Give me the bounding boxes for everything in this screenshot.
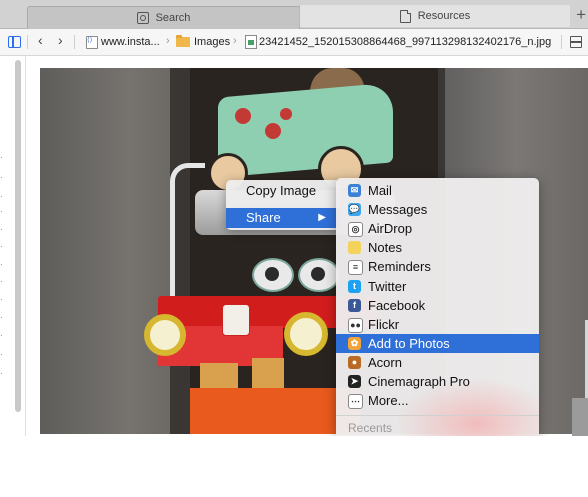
share-item-label: Mail (368, 183, 392, 198)
tree-marker: · (0, 350, 3, 359)
divider (561, 35, 562, 49)
messages-icon: 💬 (348, 203, 361, 217)
share-item-label: Reminders (368, 259, 431, 275)
share-item-label: Acorn (368, 354, 402, 370)
share-item-reminders[interactable]: ≡ Reminders (336, 257, 539, 276)
sidebar-toggle-icon[interactable] (8, 36, 21, 48)
menu-divider (336, 415, 539, 416)
menu-item-share[interactable]: Share ▶ (226, 208, 340, 228)
divider (74, 35, 75, 49)
forward-icon[interactable]: › (58, 32, 63, 48)
tab-search-label: Search (155, 12, 191, 24)
menu-item-label: Copy Image (246, 183, 317, 198)
notes-icon (348, 241, 361, 255)
share-item-facebook[interactable]: f Facebook (336, 296, 539, 315)
share-item-label: Notes (368, 240, 402, 256)
tab-resources[interactable]: Resources (299, 5, 570, 27)
share-item-label: Cinemagraph Pro (368, 374, 470, 389)
path-bar: ‹ › www.insta... › Images › 23421452_152… (0, 29, 588, 56)
left-panel: · · · · · · · · · · · · · (0, 56, 26, 436)
share-item-acorn[interactable]: ● Acorn (336, 353, 539, 372)
photo-toy-badge (222, 304, 250, 336)
menu-item-label: Share (246, 210, 281, 225)
reminders-icon: ≡ (348, 260, 363, 276)
chevron-right-icon: › (233, 35, 237, 47)
photo-flower (235, 108, 251, 124)
divider (27, 35, 28, 49)
photo-orange-base (190, 388, 360, 434)
photo-yellow-wheel (284, 312, 328, 356)
context-menu: Copy Image Share ▶ (226, 180, 340, 230)
search-box-icon (136, 12, 149, 24)
tree-marker: · (0, 331, 3, 340)
menu-item-copy-image[interactable]: Copy Image (226, 181, 340, 201)
tab-bar: Search Resources + (0, 0, 588, 29)
breadcrumb-file[interactable]: 23421452_152015308864468_997113298132402… (259, 36, 551, 48)
tree-marker: · (0, 260, 3, 269)
tree-marker: · (0, 277, 3, 286)
submenu-arrow-icon: ▶ (318, 212, 326, 223)
share-item-flickr[interactable]: ●● Flickr (336, 315, 539, 334)
tree-marker: · (0, 207, 3, 216)
tree-marker: · (0, 192, 3, 201)
new-tab-button[interactable]: + (576, 5, 586, 25)
blank-area (0, 436, 588, 497)
view-mode-icon[interactable] (570, 36, 582, 48)
chevron-right-icon: › (166, 35, 170, 47)
share-item-label: Add to Photos (368, 335, 450, 351)
back-icon[interactable]: ‹ (38, 32, 43, 48)
mail-icon: ✉ (348, 184, 361, 197)
airdrop-icon: ◎ (348, 222, 363, 238)
share-item-notes[interactable]: Notes (336, 238, 539, 257)
menu-section-recents: Recents (348, 421, 393, 435)
share-item-label: Facebook (368, 297, 426, 313)
image-file-icon (245, 35, 257, 49)
webpage-icon (86, 36, 98, 49)
share-item-airdrop[interactable]: ◎ AirDrop (336, 219, 539, 238)
photo-toy-eye (252, 258, 294, 292)
tree-marker: · (0, 242, 3, 251)
tree-marker: · (0, 225, 3, 234)
tree-marker: · (0, 295, 3, 304)
left-scrollbar[interactable] (15, 60, 21, 412)
breadcrumb-folder[interactable]: Images (194, 36, 230, 48)
tree-marker: · (0, 369, 3, 378)
photo-wall-left (40, 68, 190, 434)
photo-toy-eye (298, 258, 340, 292)
folder-icon (176, 35, 190, 47)
facebook-icon: f (348, 298, 361, 312)
document-icon (399, 9, 411, 23)
tree-marker: · (0, 173, 3, 182)
cinemagraph-icon: ➤ (348, 375, 361, 388)
tab-resources-label: Resources (417, 10, 471, 22)
tree-marker: · (0, 153, 3, 162)
share-item-more[interactable]: ⋯ More... (336, 391, 539, 410)
photos-icon: ✿ (348, 336, 361, 350)
share-item-label: AirDrop (368, 221, 413, 237)
more-icon: ⋯ (348, 394, 363, 410)
share-item-mail[interactable]: ✉ Mail (336, 181, 539, 200)
twitter-icon: t (348, 279, 361, 293)
share-item-cinemagraph-pro[interactable]: ➤ Cinemagraph Pro (336, 372, 539, 391)
share-submenu: ✉ Mail 💬 Messages ◎ AirDrop Notes ≡ Reminders t Tw… (336, 178, 539, 436)
right-scrollbar[interactable] (572, 398, 588, 436)
share-item-add-to-photos[interactable]: ✿ Add to Photos (336, 333, 539, 353)
share-item-label: Messages (368, 202, 428, 218)
acorn-icon: ● (348, 355, 361, 369)
flickr-icon: ●● (348, 317, 363, 333)
breadcrumb-site[interactable]: www.insta... (101, 36, 160, 48)
share-item-label: Twitter (368, 278, 407, 294)
share-item-messages[interactable]: 💬 Messages (336, 200, 539, 219)
share-item-label: More... (368, 393, 409, 409)
share-item-label: Flickr (368, 316, 400, 332)
photo-yellow-wheel (144, 314, 186, 356)
tab-search[interactable]: Search (27, 6, 300, 29)
photo-flower (280, 108, 292, 120)
tree-marker: · (0, 313, 3, 322)
photo-flower (265, 123, 281, 139)
share-item-twitter[interactable]: t Twitter (336, 277, 539, 296)
